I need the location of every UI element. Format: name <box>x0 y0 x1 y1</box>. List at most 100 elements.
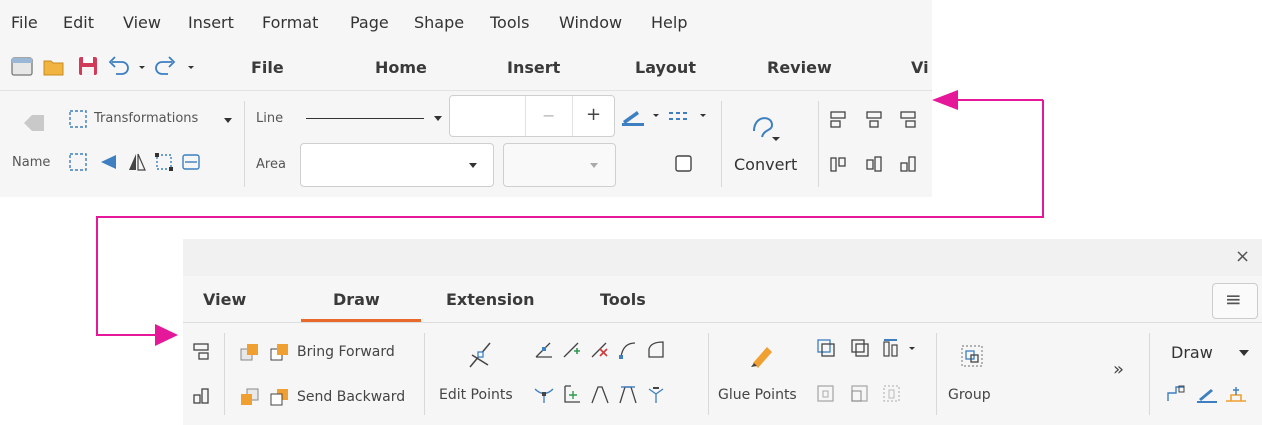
draw-dropdown-caret-icon[interactable] <box>1239 350 1249 356</box>
name-label[interactable]: Name <box>12 155 50 170</box>
decrease-button[interactable]: − <box>542 106 555 125</box>
crop-icon[interactable] <box>153 151 175 173</box>
move-points-icon[interactable] <box>533 339 555 361</box>
eliminate-points-icon[interactable] <box>645 383 667 405</box>
more-options-button[interactable]: » <box>1113 359 1124 380</box>
align-bottom-icon[interactable] <box>191 385 213 407</box>
transformations-dropdown-icon[interactable] <box>224 118 232 123</box>
align-top-icon[interactable] <box>828 153 850 175</box>
edit-points-button[interactable]: Edit Points <box>439 387 513 403</box>
sidebar-toggle-icon[interactable] <box>10 55 34 79</box>
smooth-transition-icon[interactable] <box>589 383 611 405</box>
line-tool-icon[interactable] <box>1195 383 1219 405</box>
bottom-ribbon: Bring Forward Send Backward Edit Points <box>183 323 1262 425</box>
align-left-icon[interactable] <box>828 109 848 131</box>
title-bar: × <box>183 239 1262 277</box>
align-right-icon[interactable] <box>898 109 918 131</box>
open-folder-icon[interactable] <box>42 56 66 78</box>
increase-button[interactable]: + <box>586 104 601 125</box>
tab-layout[interactable]: Layout <box>635 58 696 77</box>
glue-horizontal-icon[interactable] <box>815 383 837 405</box>
connector-icon[interactable] <box>1165 383 1189 405</box>
glue-insert-icon[interactable] <box>815 337 837 359</box>
tab-extension[interactable]: Extension <box>446 290 535 309</box>
save-icon[interactable] <box>77 55 99 77</box>
menu-format[interactable]: Format <box>262 13 318 32</box>
area-style-dropdown[interactable] <box>503 143 616 187</box>
line-style-dropdown[interactable] <box>304 107 444 131</box>
align-middle-icon[interactable] <box>864 153 886 175</box>
bottom-window: × View Draw Extension Tools ≡ Bring Forw… <box>183 239 1262 425</box>
name-shape-icon[interactable] <box>20 109 48 137</box>
bring-forward-button[interactable]: Bring Forward <box>297 344 395 360</box>
split-curve-icon[interactable] <box>561 383 583 405</box>
glue-vertical-icon[interactable] <box>849 383 871 405</box>
tab-file[interactable]: File <box>251 58 284 77</box>
menu-edit[interactable]: Edit <box>63 13 94 32</box>
tab-tools[interactable]: Tools <box>600 290 646 309</box>
align-bottom-icon[interactable] <box>898 153 920 175</box>
tab-home[interactable]: Home <box>375 58 427 77</box>
top-window: File Edit View Insert Format Page Shape … <box>0 0 932 197</box>
delete-points-icon[interactable] <box>589 339 611 361</box>
close-bezier-icon[interactable] <box>645 339 667 361</box>
glue-exit-direction-icon[interactable] <box>881 337 923 359</box>
area-fill-dropdown[interactable] <box>300 143 494 187</box>
close-button[interactable]: × <box>1235 246 1250 267</box>
line-width-stepper[interactable]: − + <box>449 95 615 137</box>
align-right-icon[interactable] <box>191 341 211 363</box>
undo-icon[interactable] <box>106 54 150 78</box>
menu-help[interactable]: Help <box>651 13 687 32</box>
corner-point-icon[interactable] <box>533 383 555 405</box>
menu-tools[interactable]: Tools <box>490 13 529 32</box>
separator <box>708 333 709 415</box>
send-backward-button[interactable]: Send Backward <box>297 389 405 405</box>
glue-points-button[interactable]: Glue Points <box>718 387 797 403</box>
glue-points-icon[interactable] <box>747 339 777 371</box>
tab-insert[interactable]: Insert <box>507 58 560 77</box>
tab-view[interactable]: View <box>203 290 246 309</box>
tab-review[interactable]: Review <box>767 58 832 77</box>
transformations-icon[interactable] <box>67 108 89 130</box>
shadow-icon[interactable] <box>673 153 695 175</box>
flip-icon[interactable] <box>126 151 148 173</box>
convert-icon[interactable] <box>748 109 788 143</box>
active-tab-indicator <box>301 319 421 322</box>
tab-view-partial[interactable]: Vi <box>911 58 929 77</box>
rotate-icon[interactable] <box>67 151 89 173</box>
glue-right-icon[interactable] <box>881 383 903 405</box>
group-button[interactable]: Group <box>948 387 991 403</box>
glue-relative-icon[interactable] <box>849 337 871 359</box>
menu-page[interactable]: Page <box>350 13 389 32</box>
convert-to-curve-icon[interactable] <box>617 339 639 361</box>
draw-dropdown[interactable]: Draw <box>1171 343 1213 362</box>
menu-window[interactable]: Window <box>559 13 622 32</box>
menu-shape[interactable]: Shape <box>414 13 464 32</box>
menu-insert[interactable]: Insert <box>188 13 234 32</box>
convert-button[interactable]: Convert <box>734 155 797 174</box>
align-center-icon[interactable] <box>864 109 884 131</box>
symmetric-transition-icon[interactable] <box>617 383 639 405</box>
frame-icon[interactable] <box>180 151 202 173</box>
tab-draw[interactable]: Draw <box>333 290 380 309</box>
insert-points-icon[interactable] <box>561 339 583 361</box>
edit-points-icon[interactable] <box>466 337 496 373</box>
send-backward-icon[interactable] <box>269 386 291 408</box>
hamburger-menu-button[interactable]: ≡ <box>1212 283 1258 319</box>
bring-to-front-icon[interactable] <box>239 341 261 363</box>
menu-view[interactable]: View <box>123 13 161 32</box>
send-to-back-icon[interactable] <box>239 386 261 408</box>
line-color-icon[interactable] <box>620 105 664 127</box>
separator <box>721 101 722 187</box>
separator <box>818 101 819 187</box>
group-icon[interactable] <box>959 343 985 369</box>
area-label: Area <box>256 157 286 172</box>
arrow-style-icon[interactable] <box>667 105 711 127</box>
redo-icon[interactable] <box>152 54 198 78</box>
bring-forward-icon[interactable] <box>269 341 291 363</box>
separator <box>244 101 245 187</box>
distort-icon[interactable] <box>98 151 120 173</box>
transformations-label[interactable]: Transformations <box>94 111 198 126</box>
menu-file[interactable]: File <box>11 13 38 32</box>
points-tool-icon[interactable] <box>1223 383 1249 405</box>
